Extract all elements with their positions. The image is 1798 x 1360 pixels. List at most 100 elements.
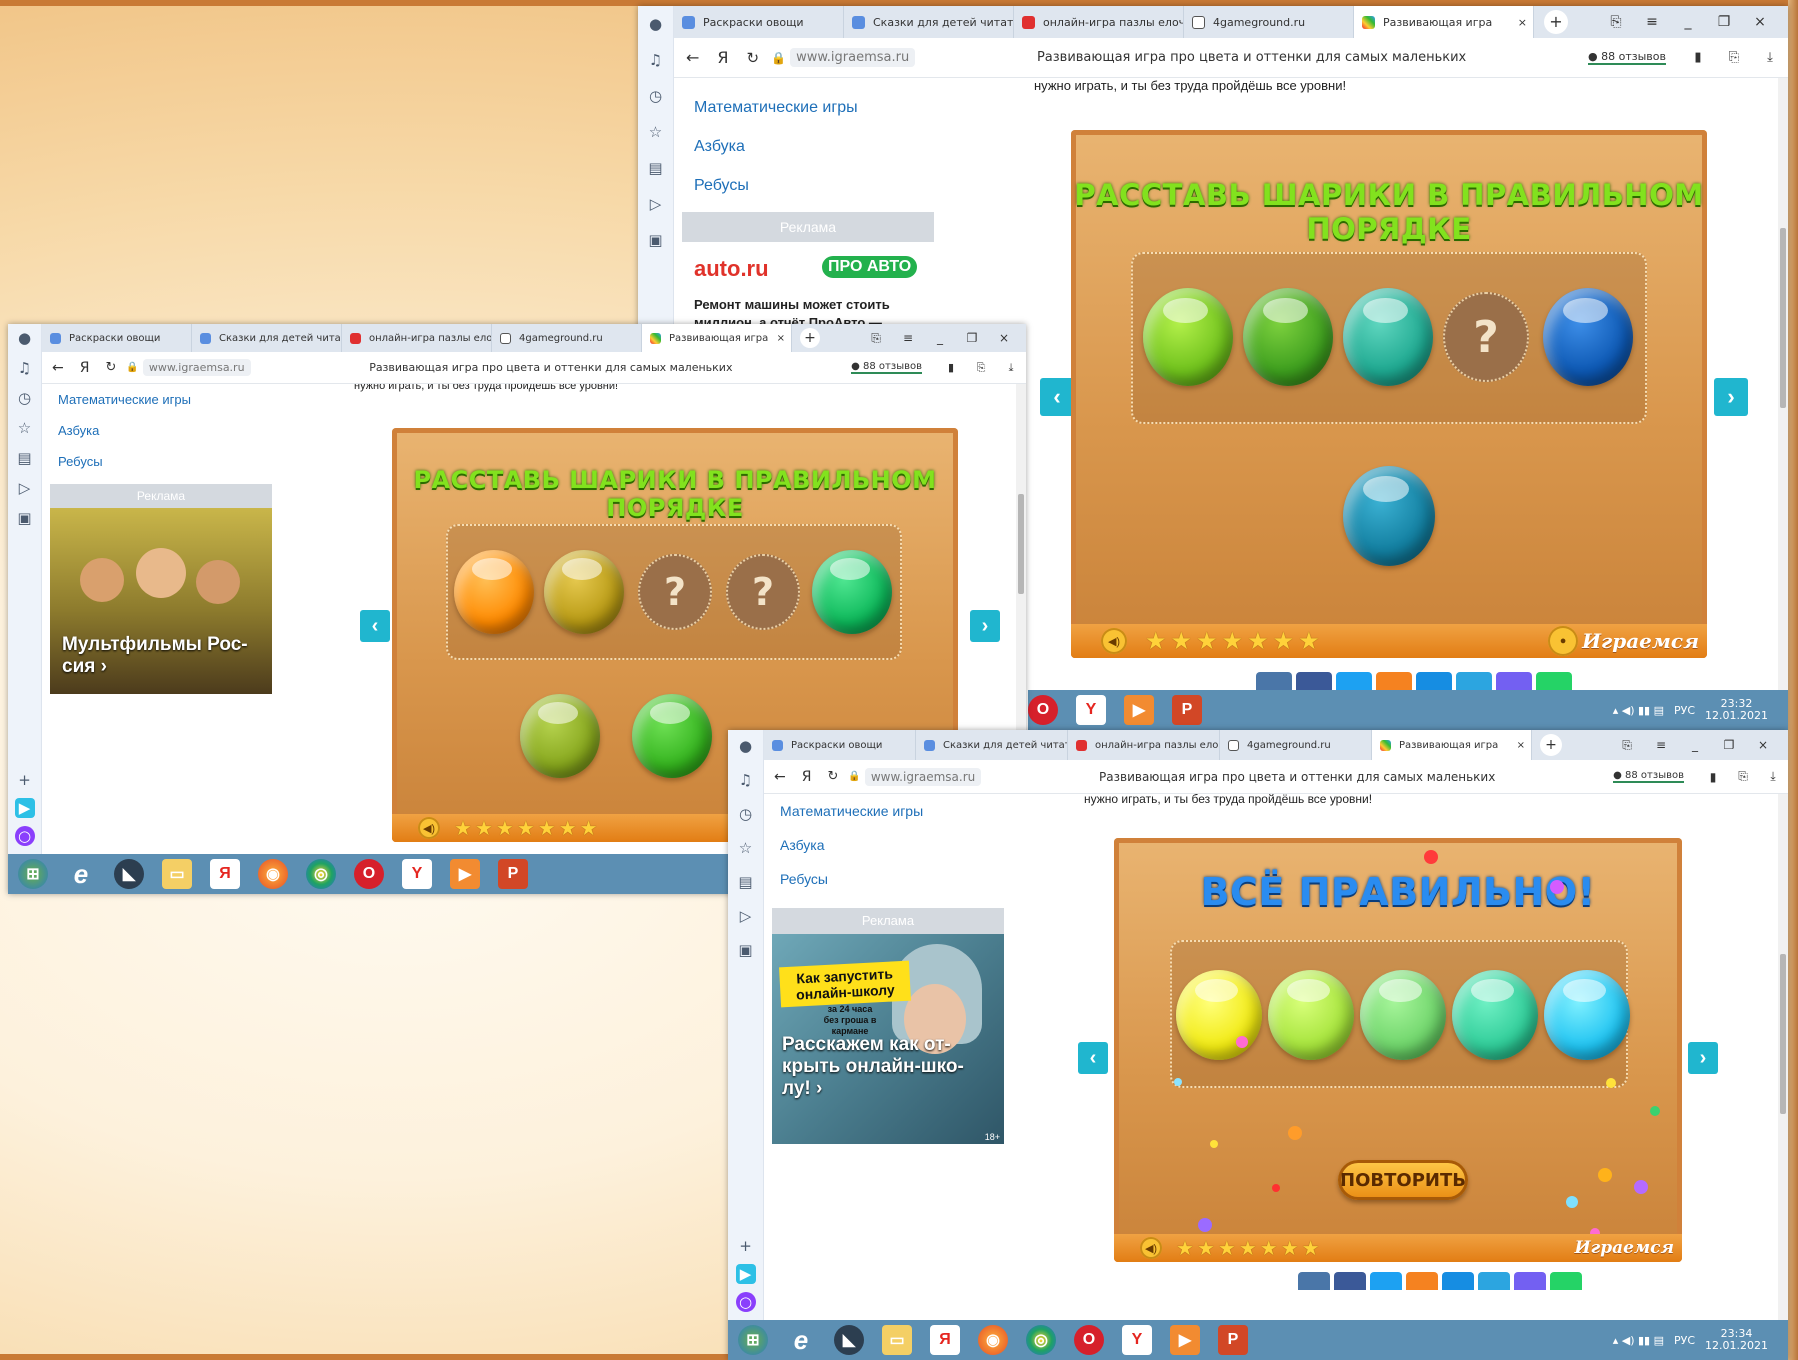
odnoklassniki-icon[interactable] xyxy=(1406,1272,1438,1290)
extensions-icon[interactable]: ⎘ xyxy=(966,361,996,375)
minimize-icon[interactable]: _ xyxy=(1670,14,1706,30)
ball-blue[interactable] xyxy=(1543,288,1633,386)
whatsapp-icon[interactable] xyxy=(1536,672,1572,690)
star-icon[interactable]: ☆ xyxy=(736,838,756,858)
tab-1[interactable]: Раскраски овощи xyxy=(42,324,192,352)
ball-green[interactable] xyxy=(1243,288,1333,386)
reviews-button[interactable]: ● 88 отзывов xyxy=(1613,770,1684,783)
video-player-icon[interactable]: ▶ xyxy=(1124,695,1154,725)
close-window-icon[interactable]: × xyxy=(1742,14,1778,30)
tab-4[interactable]: 4gameground.ru xyxy=(1184,6,1354,38)
tab-3[interactable]: онлайн-игра пазлы елочк xyxy=(1068,730,1220,760)
media-app-icon[interactable]: ◣ xyxy=(834,1325,864,1355)
powerpoint-icon[interactable]: P xyxy=(1218,1325,1248,1355)
star-icon[interactable]: ☆ xyxy=(15,418,35,438)
mailru-icon[interactable] xyxy=(1442,1272,1474,1290)
alice-icon[interactable]: ○ xyxy=(735,1292,756,1312)
repeat-button[interactable]: ПОВТОРИТЬ xyxy=(1338,1160,1468,1200)
menu-link-alphabet[interactable]: Азбука xyxy=(694,127,858,166)
ad-block-cartoons[interactable]: Реклама Мультфильмы Рос-сия › xyxy=(50,484,272,694)
tab-4[interactable]: 4gameground.ru xyxy=(1220,730,1372,760)
media-app-icon[interactable]: ◣ xyxy=(114,859,144,889)
bookmark-icon[interactable]: ▮ xyxy=(1698,770,1728,784)
restore-icon[interactable]: ❐ xyxy=(956,331,988,345)
ball-sky-blue[interactable] xyxy=(1544,970,1630,1060)
ball-lime[interactable] xyxy=(1268,970,1354,1060)
tab-5-active[interactable]: Развивающая игра × xyxy=(1354,6,1534,38)
clock[interactable]: 23:34 12.01.2021 xyxy=(1705,1328,1768,1352)
odnoklassniki-icon[interactable] xyxy=(1376,672,1412,690)
tab-2[interactable]: Сказки для детей читать с xyxy=(844,6,1014,38)
tab-2[interactable]: Сказки для детей читать с xyxy=(192,324,342,352)
viber-icon[interactable] xyxy=(1496,672,1532,690)
speaker-icon[interactable]: ◀) xyxy=(418,817,440,839)
bell-icon[interactable]: ♫ xyxy=(736,770,756,790)
bookmarks-panel-icon[interactable]: ⎘ xyxy=(1598,14,1634,30)
ball-olive[interactable] xyxy=(544,550,624,634)
sidebar-app-icon[interactable]: ▶ xyxy=(14,798,35,818)
collections-icon[interactable]: ▤ xyxy=(646,158,666,178)
menu-link-alphabet[interactable]: Азбука xyxy=(58,415,191,446)
profile-icon[interactable]: ● xyxy=(15,328,35,348)
restore-icon[interactable]: ❐ xyxy=(1712,738,1746,752)
minimize-icon[interactable]: _ xyxy=(1678,738,1712,752)
clock-icon[interactable]: ◷ xyxy=(15,388,35,408)
microphone-icon[interactable]: ● xyxy=(1548,626,1579,656)
menu-link-rebus[interactable]: Ребусы xyxy=(780,862,923,896)
back-icon[interactable]: ← xyxy=(774,769,786,785)
ad-block-auto[interactable]: Реклама auto.ru ПРО АВТО Ремонт машины м… xyxy=(682,212,934,332)
prev-arrow-button[interactable]: ‹ xyxy=(1040,378,1074,416)
menu-icon[interactable]: ≡ xyxy=(892,331,924,345)
close-tab-icon[interactable]: × xyxy=(1511,740,1531,751)
ball-light-green[interactable] xyxy=(1360,970,1446,1060)
menu-icon[interactable]: ≡ xyxy=(1644,738,1678,752)
url-field[interactable]: www.igraemsa.ru xyxy=(790,48,916,67)
ball-yellow[interactable] xyxy=(1176,970,1262,1060)
tab-3[interactable]: онлайн-игра пазлы елочк xyxy=(342,324,492,352)
bookmarks-panel-icon[interactable]: ⎘ xyxy=(1610,738,1644,753)
add-panel-icon[interactable]: + xyxy=(15,770,35,790)
chrome-icon[interactable]: ◎ xyxy=(306,859,336,889)
speaker-icon[interactable]: ◀) xyxy=(1101,628,1127,654)
add-panel-icon[interactable]: + xyxy=(736,1236,756,1256)
reviews-button[interactable]: ● 88 отзывов xyxy=(851,361,922,374)
profile-icon[interactable]: ● xyxy=(736,736,756,756)
menu-link-math[interactable]: Математические игры xyxy=(780,794,923,828)
empty-slot-question[interactable]: ? xyxy=(726,554,800,630)
ball-mint[interactable] xyxy=(1452,970,1538,1060)
yandex-browser-icon[interactable]: Y xyxy=(402,859,432,889)
sidebar-app-icon[interactable]: ▶ xyxy=(735,1264,756,1284)
extensions-icon[interactable]: ⎘ xyxy=(1716,50,1752,65)
yandex-home-icon[interactable]: Я xyxy=(80,360,90,376)
play-icon[interactable]: ▷ xyxy=(646,194,666,214)
speaker-icon[interactable]: ◀) xyxy=(1140,1237,1162,1259)
yandex-icon[interactable]: Я xyxy=(930,1325,960,1355)
internet-explorer-icon[interactable]: e xyxy=(786,1325,816,1355)
tab-4[interactable]: 4gameground.ru xyxy=(492,324,642,352)
ball-light-green[interactable] xyxy=(1143,288,1233,386)
next-arrow-button[interactable]: › xyxy=(970,610,1000,642)
menu-link-math[interactable]: Математические игры xyxy=(58,384,191,415)
star-icon[interactable]: ☆ xyxy=(646,122,666,142)
bookmarks-panel-icon[interactable]: ⎘ xyxy=(860,331,892,346)
close-window-icon[interactable]: × xyxy=(988,331,1020,345)
restore-icon[interactable]: ❐ xyxy=(1706,14,1742,30)
opera-icon[interactable]: O xyxy=(1074,1325,1104,1355)
game-area[interactable]: РАССТАВЬ ШАРИКИ В ПРАВИЛЬНОМ ПОРЯДКЕ ? ◀… xyxy=(1071,130,1707,658)
new-tab-icon[interactable]: + xyxy=(1544,10,1568,34)
firefox-icon[interactable]: ◉ xyxy=(978,1325,1008,1355)
bell-icon[interactable]: ♫ xyxy=(15,358,35,378)
bell-icon[interactable]: ♫ xyxy=(646,50,666,70)
menu-link-rebus[interactable]: Ребусы xyxy=(694,166,858,205)
play-icon[interactable]: ▷ xyxy=(736,906,756,926)
menu-icon[interactable]: ≡ xyxy=(1634,14,1670,30)
close-window-icon[interactable]: × xyxy=(1746,738,1780,752)
prev-arrow-button[interactable]: ‹ xyxy=(1078,1042,1108,1074)
language-indicator[interactable]: РУС xyxy=(1674,1334,1695,1347)
extensions-icon[interactable]: ⎘ xyxy=(1728,769,1758,784)
firefox-icon[interactable]: ◉ xyxy=(258,859,288,889)
scrollbar[interactable] xyxy=(1778,794,1788,1320)
opera-icon[interactable]: O xyxy=(1028,695,1058,725)
clock-icon[interactable]: ◷ xyxy=(736,804,756,824)
clock-icon[interactable]: ◷ xyxy=(646,86,666,106)
